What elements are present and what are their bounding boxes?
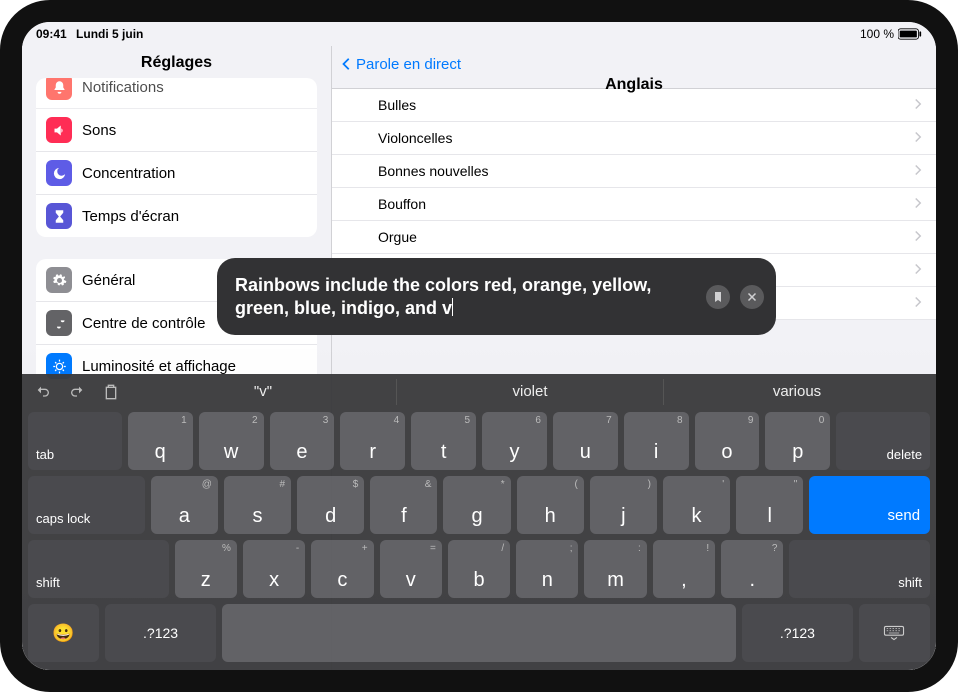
undo-button[interactable]: [28, 380, 58, 404]
status-battery: 100 %: [860, 27, 894, 41]
list-item[interactable]: Bonnes nouvelles: [332, 155, 936, 188]
key-r[interactable]: 4r: [340, 412, 405, 470]
battery-icon: [898, 28, 922, 40]
redo-button[interactable]: [62, 380, 92, 404]
key-q[interactable]: 1q: [128, 412, 193, 470]
gear-icon: [46, 267, 72, 293]
sidebar-item-label: Général: [82, 272, 135, 289]
chevron-right-icon: [912, 295, 924, 311]
sidebar-item-label: Temps d'écran: [82, 208, 179, 225]
key-b[interactable]: /b: [448, 540, 510, 598]
key-comma[interactable]: !,: [653, 540, 715, 598]
sidebar-item-label: Notifications: [82, 79, 164, 96]
list-item-label: Bulles: [378, 97, 416, 113]
key-v[interactable]: =v: [380, 540, 442, 598]
key-m[interactable]: :m: [584, 540, 646, 598]
chevron-right-icon: [912, 229, 924, 245]
key-space[interactable]: [222, 604, 736, 662]
live-speech-input[interactable]: Rainbows include the colors red, orange,…: [217, 258, 776, 335]
list-item[interactable]: Violoncelles: [332, 122, 936, 155]
key-d[interactable]: $d: [297, 476, 364, 534]
list-item-label: Bouffon: [378, 196, 426, 212]
suggestion[interactable]: "v": [130, 379, 396, 405]
notifications-icon: [46, 78, 72, 100]
key-e[interactable]: 3e: [270, 412, 335, 470]
sidebar-item-notifications[interactable]: Notifications: [36, 78, 317, 109]
status-time: 09:41: [36, 27, 67, 41]
key-numsym-left[interactable]: .?123: [105, 604, 216, 662]
key-delete[interactable]: delete: [836, 412, 930, 470]
status-date: Lundi 5 juin: [76, 27, 143, 41]
sidebar-group-1: Notifications Sons Concentration: [36, 78, 317, 237]
sidebar-item-focus[interactable]: Concentration: [36, 152, 317, 195]
key-s[interactable]: #s: [224, 476, 291, 534]
key-h[interactable]: (h: [517, 476, 584, 534]
hourglass-icon: [46, 203, 72, 229]
moon-icon: [46, 160, 72, 186]
sidebar-item-label: Centre de contrôle: [82, 315, 205, 332]
back-label: Parole en direct: [356, 56, 461, 73]
key-w[interactable]: 2w: [199, 412, 264, 470]
list-item-label: Bonnes nouvelles: [378, 163, 489, 179]
list-item-label: Violoncelles: [378, 130, 452, 146]
list-item[interactable]: Bulles: [332, 89, 936, 122]
sidebar-item-label: Concentration: [82, 165, 175, 182]
back-button[interactable]: Parole en direct: [340, 56, 461, 73]
key-o[interactable]: 9o: [695, 412, 760, 470]
speaker-icon: [46, 117, 72, 143]
list-item-label: Orgue: [378, 229, 417, 245]
chevron-right-icon: [912, 163, 924, 179]
suggestion[interactable]: various: [663, 379, 930, 405]
key-n[interactable]: ;n: [516, 540, 578, 598]
key-i[interactable]: 8i: [624, 412, 689, 470]
key-f[interactable]: &f: [370, 476, 437, 534]
key-l[interactable]: "l: [736, 476, 803, 534]
key-z[interactable]: %z: [175, 540, 237, 598]
sidebar-item-label: Luminosité et affichage: [82, 358, 236, 375]
key-a[interactable]: @a: [151, 476, 218, 534]
suggestion[interactable]: violet: [396, 379, 663, 405]
key-send[interactable]: send: [809, 476, 930, 534]
key-t[interactable]: 5t: [411, 412, 476, 470]
suggestion-bar: "v" violet various: [130, 379, 930, 405]
ipad-frame: 09:41 Lundi 5 juin 100 % Réglages Notif: [0, 0, 958, 692]
key-numsym-right[interactable]: .?123: [742, 604, 853, 662]
status-bar: 09:41 Lundi 5 juin 100 %: [22, 22, 936, 46]
key-u[interactable]: 7u: [553, 412, 618, 470]
chevron-right-icon: [912, 262, 924, 278]
key-dismiss-keyboard[interactable]: [859, 604, 930, 662]
key-y[interactable]: 6y: [482, 412, 547, 470]
key-k[interactable]: 'k: [663, 476, 730, 534]
key-period[interactable]: ?.: [721, 540, 783, 598]
switches-icon: [46, 310, 72, 336]
sidebar-item-screentime[interactable]: Temps d'écran: [36, 195, 317, 237]
key-j[interactable]: )j: [590, 476, 657, 534]
list-item[interactable]: Orgue: [332, 221, 936, 254]
chevron-right-icon: [912, 97, 924, 113]
live-speech-text: Rainbows include the colors red, orange,…: [235, 275, 651, 318]
clipboard-button[interactable]: [96, 380, 126, 404]
key-g[interactable]: *g: [443, 476, 510, 534]
key-shift-left[interactable]: shift: [28, 540, 169, 598]
bookmark-button[interactable]: [706, 285, 730, 309]
sidebar-item-sounds[interactable]: Sons: [36, 109, 317, 152]
keyboard: "v" violet various tab 1q 2w 3e 4r 5t 6y…: [22, 374, 936, 670]
chevron-right-icon: [912, 130, 924, 146]
close-button[interactable]: [740, 285, 764, 309]
sidebar-item-label: Sons: [82, 122, 116, 139]
key-c[interactable]: +c: [311, 540, 373, 598]
chevron-right-icon: [912, 196, 924, 212]
key-x[interactable]: -x: [243, 540, 305, 598]
sidebar-title: Réglages: [22, 46, 331, 82]
text-cursor: [452, 298, 453, 316]
key-tab[interactable]: tab: [28, 412, 122, 470]
key-p[interactable]: 0p: [765, 412, 830, 470]
list-item[interactable]: Bouffon: [332, 188, 936, 221]
key-emoji[interactable]: 😀: [28, 604, 99, 662]
key-shift-right[interactable]: shift: [789, 540, 930, 598]
key-capslock[interactable]: caps lock: [28, 476, 145, 534]
